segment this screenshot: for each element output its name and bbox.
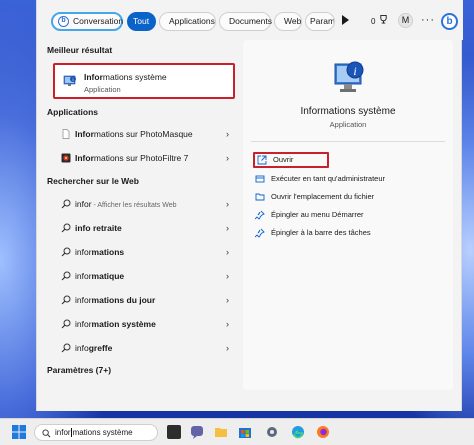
filter-applications[interactable]: Applications [159,12,216,31]
web-result-label: informatique [75,271,125,281]
applications-heading: Applications [47,107,99,117]
web-result-label: infogreffe [75,343,113,353]
scroll-filters-right-icon[interactable] [342,15,349,25]
best-match-title: Informations système [84,72,167,82]
bing-button-icon[interactable]: b [441,13,458,30]
search-icon [61,319,71,329]
microsoft-store-icon[interactable] [238,425,252,439]
open-action-label: Ouvrir [273,155,294,164]
preview-subtitle: Application [329,120,367,129]
web-result-label: information système [75,319,156,329]
chevron-right-icon[interactable]: › [226,266,229,286]
divider [251,141,445,142]
app-result-photomasque[interactable]: Informations sur PhotoMasque › [53,124,235,144]
svg-text:i: i [353,64,356,78]
app-result-label: Informations sur PhotoFiltre 7 [75,153,189,163]
chevron-right-icon[interactable]: › [226,242,229,262]
chevron-right-icon[interactable]: › [226,124,229,144]
chevron-right-icon[interactable]: › [226,218,229,238]
system-information-icon: i [63,75,76,86]
search-icon [61,271,71,281]
filter-bar: b Conversation Tout Applications Documen… [37,0,463,40]
search-icon [61,343,71,353]
best-match-item[interactable]: i Informations système Application [53,63,235,99]
search-icon [61,199,71,209]
pin-taskbar-label: Épingler à la barre des tâches [271,228,371,237]
search-icon [42,429,51,438]
filter-settings[interactable]: Param [305,12,335,31]
taskbar-search-input[interactable]: infor mations système [34,424,158,441]
teams-chat-icon[interactable] [190,425,204,439]
preview-pane: i Informations système Application Ouvri… [243,40,453,390]
web-result-item[interactable]: informatique › [53,266,235,286]
app-result-photofiltre[interactable]: Informations sur PhotoFiltre 7 › [53,148,235,168]
chevron-right-icon[interactable]: › [226,148,229,168]
start-search-panel: b Conversation Tout Applications Documen… [36,0,463,411]
filter-documents[interactable]: Documents [219,12,272,31]
chevron-right-icon[interactable]: › [226,338,229,358]
pin-icon [255,228,265,238]
filter-conversation-label: Conversation [73,16,124,26]
folder-icon [255,193,265,201]
best-match-heading: Meilleur résultat [47,45,113,55]
search-icon [61,223,71,233]
pin-start-label: Épingler au menu Démarrer [271,210,364,219]
filter-conversation[interactable]: b Conversation [51,12,123,31]
bing-chat-icon: b [58,16,69,27]
pin-icon [255,210,265,220]
document-icon [62,129,70,139]
task-view-icon[interactable] [167,425,181,439]
open-action[interactable]: Ouvrir [253,152,329,168]
chevron-right-icon[interactable]: › [226,194,229,214]
web-result-item[interactable]: informations du jour › [53,290,235,310]
user-avatar[interactable]: M [398,13,413,28]
results-list: Meilleur résultat i Informations système… [47,40,243,390]
system-information-icon: i [334,61,364,92]
admin-shield-icon [255,175,265,183]
run-as-admin-label: Exécuter en tant qu'administrateur [271,174,385,183]
search-icon [61,247,71,257]
best-match-type: Application [84,85,121,94]
filter-all[interactable]: Tout [127,12,156,31]
web-result-item[interactable]: info retraite › [53,218,235,238]
filter-web[interactable]: Web [274,12,302,31]
rewards-trophy-icon[interactable] [379,14,388,24]
preview-title: Informations système [300,106,396,117]
settings-heading[interactable]: Paramètres (7+) [47,365,111,375]
edge-browser-icon[interactable] [291,425,305,439]
taskbar: infor mations système [0,418,474,445]
rewards-count: 0 [371,17,376,26]
search-icon [61,295,71,305]
web-result-label: informations du jour [75,295,156,305]
settings-gear-icon[interactable] [265,425,279,439]
windows-start-icon[interactable] [12,425,26,439]
web-result-label: informations [75,247,125,257]
web-result-item[interactable]: infogreffe › [53,338,235,358]
web-result-label: info retraite [75,223,122,233]
web-search-heading: Rechercher sur le Web [47,176,139,186]
file-explorer-icon[interactable] [214,425,228,439]
web-result-item[interactable]: information système › [53,314,235,334]
open-external-icon [257,155,267,165]
web-result-item[interactable]: informations › [53,242,235,262]
firefox-icon[interactable] [316,425,330,439]
open-location-label: Ouvrir l'emplacement du fichier [271,192,375,201]
photofiltre-icon [61,153,71,163]
chevron-right-icon[interactable]: › [226,314,229,334]
chevron-right-icon[interactable]: › [226,290,229,310]
app-result-label: Informations sur PhotoMasque [75,129,193,139]
more-options-icon[interactable]: ··· [421,14,435,26]
svg-text:i: i [73,77,74,82]
taskbar-search-text: infor mations système [55,428,133,437]
web-result-label: infor - Afficher les résultats Web [75,199,177,209]
web-result-item[interactable]: infor - Afficher les résultats Web › [53,194,235,214]
